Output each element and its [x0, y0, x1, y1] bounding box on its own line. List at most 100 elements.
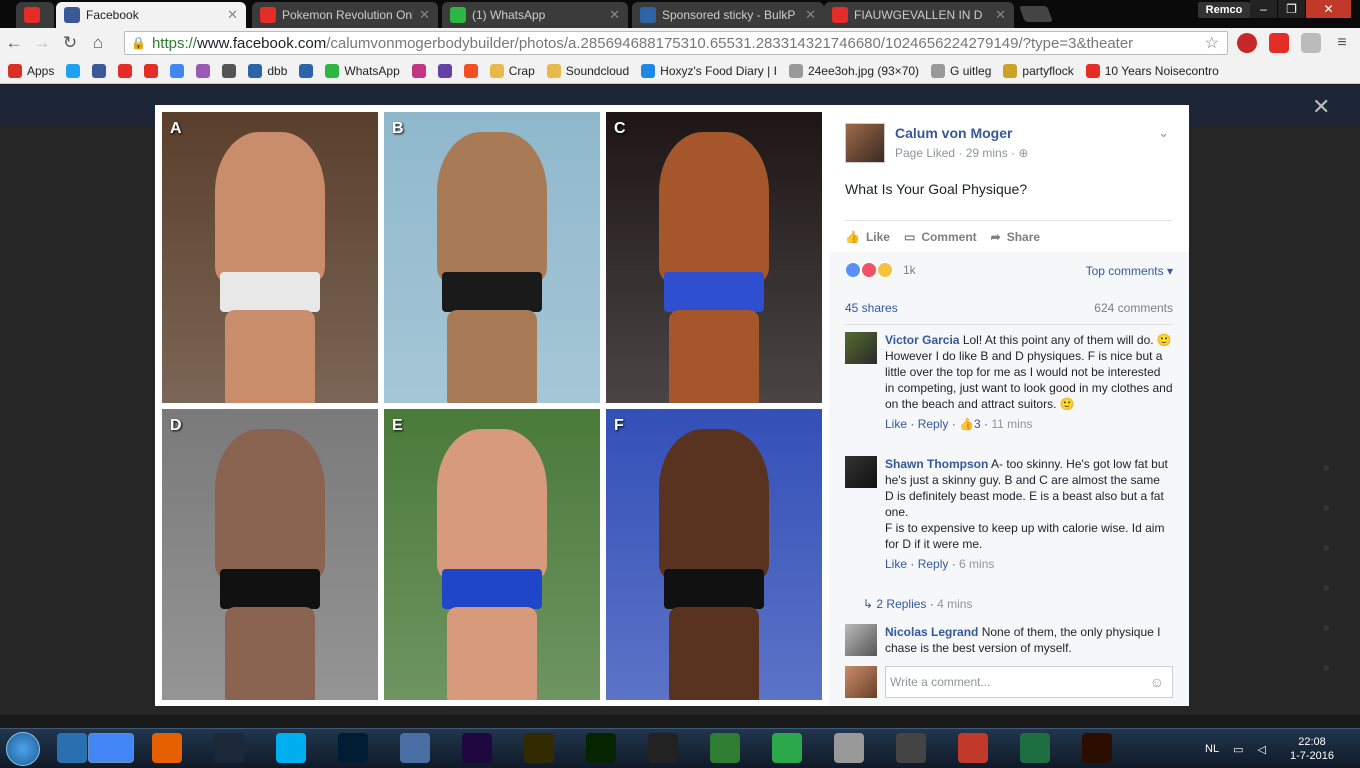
commenter-name[interactable]: Shawn Thompson: [885, 457, 988, 471]
comment-like-link[interactable]: Like: [885, 557, 907, 571]
minimize-button[interactable]: –: [1250, 0, 1277, 18]
commenter-avatar[interactable]: [845, 624, 877, 656]
disc-icon[interactable]: [896, 733, 926, 763]
like-button[interactable]: 👍 Like: [845, 230, 890, 244]
top-comments-dropdown[interactable]: Top comments ▾: [1086, 264, 1173, 278]
shares-link[interactable]: 45 shares: [845, 301, 898, 315]
bookmark-item[interactable]: [299, 63, 314, 78]
ie-icon[interactable]: [57, 733, 87, 763]
muse-icon[interactable]: [524, 733, 554, 763]
page-avatar[interactable]: [845, 123, 885, 163]
bookmark-item[interactable]: WhatsApp: [325, 63, 400, 78]
commenter-avatar[interactable]: [845, 456, 877, 488]
photoshop-icon[interactable]: [338, 733, 368, 763]
bookmark-item[interactable]: [92, 63, 107, 78]
comment-input[interactable]: Write a comment... ☺: [885, 666, 1173, 698]
browser-tab[interactable]: Sponsored sticky - BulkP ✕: [632, 2, 824, 28]
after-effects-icon[interactable]: [462, 733, 492, 763]
firefox-icon[interactable]: [152, 733, 182, 763]
browser-tab[interactable]: (1) WhatsApp ✕: [442, 2, 628, 28]
close-tab-icon[interactable]: ✕: [419, 7, 430, 23]
bookmark-item[interactable]: [437, 63, 452, 78]
creature-icon[interactable]: [958, 733, 988, 763]
youtube-icon: [832, 7, 848, 23]
browser-tab[interactable]: Pokemon Revolution Onl ✕: [252, 2, 438, 28]
game-icon[interactable]: [710, 733, 740, 763]
bookmark-item[interactable]: [66, 63, 81, 78]
photo-collage[interactable]: A B C D E F: [155, 105, 829, 706]
comment-button[interactable]: ▭ Comment: [904, 230, 977, 244]
menu-icon[interactable]: ≡: [1332, 33, 1352, 53]
bookmark-item[interactable]: 10 Years Noisecontro: [1085, 63, 1219, 78]
language-indicator[interactable]: NL: [1205, 743, 1219, 755]
close-lightbox-icon[interactable]: ✕: [1312, 94, 1330, 120]
shorts-shape: [664, 569, 764, 609]
back-icon[interactable]: ←: [0, 33, 28, 53]
bookmark-item[interactable]: [196, 63, 211, 78]
bookmark-item[interactable]: [144, 63, 159, 78]
bookmark-item[interactable]: [222, 63, 237, 78]
chrome-icon[interactable]: [88, 733, 134, 763]
volume-icon[interactable]: ◁: [1257, 743, 1265, 756]
excel-icon[interactable]: [1020, 733, 1050, 763]
close-tab-icon[interactable]: ✕: [805, 7, 816, 23]
reactions-summary[interactable]: 1k: [845, 262, 916, 278]
video-icon[interactable]: [648, 733, 678, 763]
keyboard-icon[interactable]: [400, 733, 430, 763]
close-tab-icon[interactable]: ✕: [995, 7, 1006, 23]
restore-button[interactable]: ❐: [1278, 0, 1305, 18]
chevron-down-icon[interactable]: ⌄: [1158, 125, 1169, 141]
forum-icon: [640, 7, 656, 23]
bookmark-item[interactable]: Soundcloud: [546, 63, 629, 78]
tab-title: Facebook: [86, 8, 139, 22]
bookmark-item[interactable]: [411, 63, 426, 78]
comment-reply-link[interactable]: Reply: [918, 557, 949, 571]
thumbs-up-icon: 👍: [959, 417, 974, 431]
new-tab-button[interactable]: [1019, 6, 1053, 22]
bookmark-item[interactable]: dbb: [248, 63, 287, 78]
dreamweaver-icon[interactable]: [586, 733, 616, 763]
window-close-button[interactable]: ✕: [1306, 0, 1351, 18]
browser-tab[interactable]: Facebook ✕: [56, 2, 246, 28]
battery-icon[interactable]: ▭: [1233, 743, 1243, 756]
profile-button[interactable]: Remco: [1198, 2, 1250, 18]
close-tab-icon[interactable]: ✕: [227, 7, 238, 23]
bookmark-item[interactable]: [118, 63, 133, 78]
home-icon[interactable]: ⌂: [84, 33, 112, 53]
bookmark-item[interactable]: [463, 63, 478, 78]
address-bar[interactable]: 🔒 https:// www.facebook.com /calumvonmog…: [124, 31, 1228, 55]
bookmark-item[interactable]: Apps: [8, 63, 54, 78]
bookmark-item[interactable]: [170, 63, 185, 78]
bookmark-item[interactable]: G uitleg: [931, 63, 991, 78]
comments-count[interactable]: 624 comments: [1094, 301, 1173, 315]
steam-icon[interactable]: [214, 733, 244, 763]
bookmark-star-icon[interactable]: ☆: [1205, 33, 1219, 53]
clock[interactable]: 22:08 1-7-2016: [1290, 735, 1334, 763]
adblock-icon[interactable]: [1237, 33, 1257, 53]
youtube-extension-icon[interactable]: [1269, 33, 1289, 53]
comment-like-link[interactable]: Like: [885, 417, 907, 431]
browser-tab[interactable]: [16, 2, 54, 28]
monitor-icon[interactable]: [834, 733, 864, 763]
bookmark-item[interactable]: 24ee3oh.jpg (93×70): [788, 63, 919, 78]
commenter-name[interactable]: Nicolas Legrand: [885, 625, 978, 639]
reload-icon[interactable]: ↻: [56, 33, 84, 53]
bookmark-item[interactable]: Crap: [489, 63, 535, 78]
page-name[interactable]: Calum von Moger: [895, 125, 1028, 141]
illustrator-icon[interactable]: [1082, 733, 1112, 763]
forward-icon[interactable]: →: [28, 33, 56, 53]
bookmark-item[interactable]: partyflock: [1003, 63, 1074, 78]
h-icon[interactable]: [772, 733, 802, 763]
close-tab-icon[interactable]: ✕: [609, 7, 620, 23]
comment-reply-link[interactable]: Reply: [918, 417, 949, 431]
bookmark-item[interactable]: Hoxyz's Food Diary | I: [641, 63, 777, 78]
extension-icon[interactable]: [1301, 33, 1321, 53]
start-button[interactable]: [6, 732, 40, 766]
commenter-name[interactable]: Victor Garcia: [885, 333, 959, 347]
view-replies-link[interactable]: ↳ 2 Replies · 4 mins: [863, 597, 972, 611]
emoji-icon[interactable]: ☺: [1150, 667, 1164, 697]
skype-icon[interactable]: [276, 733, 306, 763]
share-button[interactable]: ➦ Share: [991, 230, 1040, 244]
commenter-avatar[interactable]: [845, 332, 877, 364]
browser-tab[interactable]: FIAUWGEVALLEN IN D ✕: [824, 2, 1014, 28]
